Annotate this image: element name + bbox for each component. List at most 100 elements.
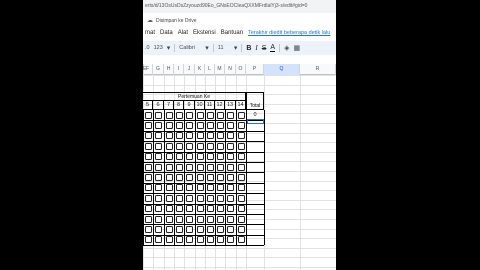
attendance-checkbox[interactable] [206, 163, 214, 171]
attendance-checkbox[interactable] [237, 142, 245, 150]
attendance-checkbox[interactable] [165, 236, 173, 244]
attendance-checkbox[interactable] [165, 163, 173, 171]
attendance-checkbox[interactable] [144, 163, 152, 171]
bold-button[interactable]: B [246, 45, 251, 52]
attendance-checkbox[interactable] [216, 184, 224, 192]
attendance-checkbox[interactable] [237, 121, 245, 129]
attendance-checkbox[interactable] [165, 132, 173, 140]
attendance-checkbox[interactable] [175, 173, 183, 181]
attendance-checkbox[interactable] [196, 153, 204, 161]
attendance-checkbox[interactable] [155, 236, 162, 244]
attendance-checkbox[interactable] [186, 194, 193, 202]
attendance-checkbox[interactable] [186, 215, 193, 223]
attendance-checkbox[interactable] [206, 142, 214, 150]
attendance-checkbox[interactable] [206, 111, 214, 119]
attendance-checkbox[interactable] [144, 236, 152, 244]
attendance-checkbox[interactable] [144, 111, 152, 119]
attendance-checkbox[interactable] [216, 225, 224, 233]
attendance-checkbox[interactable] [155, 163, 162, 171]
attendance-checkbox[interactable] [175, 184, 183, 192]
attendance-checkbox[interactable] [186, 163, 193, 171]
attendance-checkbox[interactable] [175, 225, 183, 233]
total-value[interactable]: 0 [246, 112, 264, 118]
column-header-l[interactable]: L [205, 64, 215, 75]
attendance-checkbox[interactable] [206, 184, 214, 192]
attendance-checkbox[interactable] [237, 215, 245, 223]
attendance-checkbox[interactable] [175, 142, 183, 150]
attendance-checkbox[interactable] [216, 173, 224, 181]
attendance-checkbox[interactable] [175, 121, 183, 129]
attendance-checkbox[interactable] [196, 111, 204, 119]
column-header-k[interactable]: K [195, 64, 205, 75]
attendance-checkbox[interactable] [144, 184, 152, 192]
attendance-checkbox[interactable] [196, 205, 204, 213]
attendance-checkbox[interactable] [186, 121, 193, 129]
column-header-i[interactable]: I [174, 64, 184, 75]
attendance-checkbox[interactable] [216, 215, 224, 223]
attendance-checkbox[interactable] [206, 194, 214, 202]
attendance-checkbox[interactable] [216, 121, 224, 129]
borders-icon[interactable]: ▦ [293, 44, 300, 52]
attendance-checkbox[interactable] [227, 194, 234, 202]
column-header-g[interactable]: G [153, 64, 164, 75]
attendance-checkbox[interactable] [144, 194, 152, 202]
menu-tools[interactable]: Alat [178, 30, 188, 36]
attendance-checkbox[interactable] [237, 173, 245, 181]
attendance-checkbox[interactable] [165, 142, 173, 150]
attendance-checkbox[interactable] [237, 194, 245, 202]
attendance-checkbox[interactable] [206, 236, 214, 244]
column-header-m[interactable]: M [215, 64, 225, 75]
attendance-checkbox[interactable] [175, 163, 183, 171]
menu-extensions[interactable]: Ekstensi [193, 30, 216, 36]
strikethrough-button[interactable]: S [262, 45, 267, 52]
attendance-checkbox[interactable] [227, 173, 234, 181]
attendance-checkbox[interactable] [206, 225, 214, 233]
attendance-checkbox[interactable] [206, 153, 214, 161]
chevron-down-icon[interactable]: ▾ [205, 44, 209, 52]
attendance-checkbox[interactable] [144, 121, 152, 129]
attendance-checkbox[interactable] [155, 153, 162, 161]
attendance-checkbox[interactable] [196, 163, 204, 171]
column-header-q[interactable]: Q [264, 64, 300, 75]
attendance-checkbox[interactable] [237, 153, 245, 161]
attendance-checkbox[interactable] [165, 225, 173, 233]
number-format-button[interactable]: 123 [154, 45, 163, 51]
attendance-checkbox[interactable] [227, 215, 234, 223]
attendance-checkbox[interactable] [165, 205, 173, 213]
attendance-checkbox[interactable] [186, 111, 193, 119]
attendance-checkbox[interactable] [144, 215, 152, 223]
menu-format[interactable]: mat [145, 30, 155, 36]
attendance-checkbox[interactable] [216, 111, 224, 119]
attendance-checkbox[interactable] [196, 121, 204, 129]
attendance-checkbox[interactable] [155, 225, 162, 233]
menu-help[interactable]: Bantuan [221, 30, 243, 36]
attendance-checkbox[interactable] [155, 111, 162, 119]
attendance-checkbox[interactable] [196, 142, 204, 150]
attendance-checkbox[interactable] [216, 153, 224, 161]
attendance-checkbox[interactable] [155, 194, 162, 202]
attendance-checkbox[interactable] [144, 173, 152, 181]
attendance-checkbox[interactable] [227, 121, 234, 129]
attendance-checkbox[interactable] [155, 184, 162, 192]
attendance-checkbox[interactable] [237, 205, 245, 213]
attendance-checkbox[interactable] [237, 163, 245, 171]
attendance-checkbox[interactable] [144, 225, 152, 233]
column-header-h[interactable]: H [164, 64, 174, 75]
attendance-checkbox[interactable] [186, 153, 193, 161]
fill-color-icon[interactable]: ◈ [284, 44, 289, 52]
decimal-button[interactable]: .0 [145, 45, 150, 51]
attendance-checkbox[interactable] [186, 205, 193, 213]
attendance-checkbox[interactable] [227, 153, 234, 161]
attendance-checkbox[interactable] [144, 205, 152, 213]
attendance-checkbox[interactable] [175, 111, 183, 119]
attendance-checkbox[interactable] [227, 111, 234, 119]
attendance-checkbox[interactable] [237, 236, 245, 244]
attendance-checkbox[interactable] [155, 205, 162, 213]
attendance-checkbox[interactable] [216, 236, 224, 244]
attendance-checkbox[interactable] [216, 142, 224, 150]
attendance-checkbox[interactable] [186, 184, 193, 192]
attendance-checkbox[interactable] [206, 215, 214, 223]
attendance-checkbox[interactable] [165, 121, 173, 129]
attendance-checkbox[interactable] [227, 225, 234, 233]
column-header-j[interactable]: J [184, 64, 195, 75]
